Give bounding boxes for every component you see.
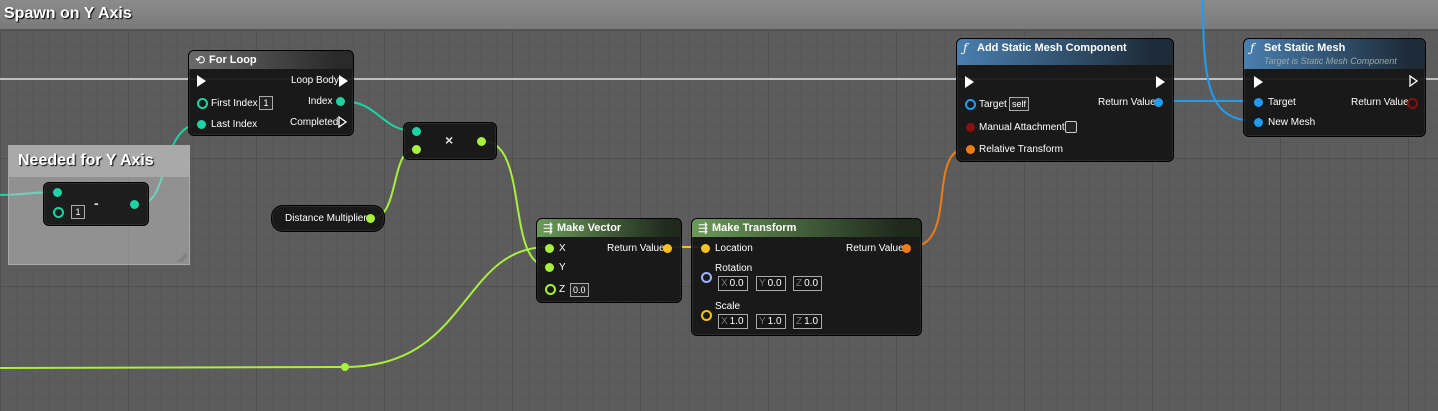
for-loop-title: For Loop xyxy=(209,54,257,66)
vector-y-pin[interactable] xyxy=(545,263,554,272)
completed-pin[interactable] xyxy=(338,116,348,128)
scale-label: Scale xyxy=(715,301,741,312)
struct-icon: ⇶ xyxy=(698,221,709,235)
completed-label: Completed xyxy=(290,117,339,128)
make-vector-node[interactable]: ⇶ Make Vector X Y Z 0.0 Return Value xyxy=(536,218,682,303)
set-mesh-return-label: Return Value xyxy=(1351,97,1409,108)
index-pin[interactable] xyxy=(336,97,345,106)
add-mesh-target-pin[interactable] xyxy=(965,99,976,110)
multiply-node[interactable]: × xyxy=(403,122,497,160)
scale-x-field[interactable]: X 1.0 xyxy=(718,314,748,329)
manual-attachment-checkbox[interactable] xyxy=(1065,121,1077,133)
rotation-pin[interactable] xyxy=(701,272,712,283)
new-mesh-label: New Mesh xyxy=(1268,117,1316,128)
multiply-a-pin[interactable] xyxy=(412,127,421,136)
add-mesh-target-value[interactable]: self xyxy=(1009,97,1030,111)
for-loop-exec-in-pin[interactable] xyxy=(197,75,206,87)
multiply-b-pin[interactable] xyxy=(412,145,421,154)
loop-icon: ⟲ xyxy=(195,53,206,67)
last-index-label: Last Index xyxy=(211,119,258,130)
incoming-float-to-x-wire xyxy=(0,246,549,369)
make-transform-title: Make Transform xyxy=(712,222,797,234)
add-mesh-exec-in-pin[interactable] xyxy=(965,76,974,88)
add-mesh-return-label: Return Value xyxy=(1098,97,1156,108)
vector-x-pin[interactable] xyxy=(545,244,554,253)
set-mesh-exec-in-pin[interactable] xyxy=(1254,76,1263,88)
add-mesh-manual-pin[interactable] xyxy=(966,123,975,132)
rotation-y-field[interactable]: Y 0.0 xyxy=(756,276,786,291)
make-vector-return-label: Return Value xyxy=(607,243,665,254)
first-index-value[interactable]: 1 xyxy=(259,96,273,110)
multiply-out-pin[interactable] xyxy=(477,137,486,146)
make-vector-header: ⇶ Make Vector xyxy=(537,219,681,237)
vector-z-pin[interactable] xyxy=(545,284,556,295)
multiply-op-label: × xyxy=(445,132,454,148)
vector-x-label: X xyxy=(559,243,566,254)
add-static-mesh-node[interactable]: ƒ Add Static Mesh Component Target self … xyxy=(956,38,1174,162)
first-index-label: First Index xyxy=(211,98,258,109)
set-static-mesh-node[interactable]: ƒ Set Static Mesh Target is Static Mesh … xyxy=(1243,38,1426,137)
set-mesh-return-pin[interactable] xyxy=(1407,98,1418,109)
subtract-node[interactable]: 1 - xyxy=(43,182,149,226)
add-mesh-target-label: Target xyxy=(979,99,1007,110)
subtract-out-pin[interactable] xyxy=(130,200,139,209)
set-mesh-exec-out-pin[interactable] xyxy=(1409,75,1419,87)
set-mesh-target-pin[interactable] xyxy=(1254,98,1263,107)
rotation-z-field[interactable]: Z 0.0 xyxy=(793,276,823,291)
subtract-op-label: - xyxy=(94,195,99,211)
relative-transform-label: Relative Transform xyxy=(979,144,1063,155)
new-mesh-pin[interactable] xyxy=(1254,118,1263,127)
relative-transform-pin[interactable] xyxy=(966,145,975,154)
loop-body-pin[interactable] xyxy=(339,75,348,87)
set-mesh-target-label: Target xyxy=(1268,97,1296,108)
subtract-b-pin[interactable] xyxy=(53,207,64,218)
make-vector-return-pin[interactable] xyxy=(663,244,672,253)
subtract-a-pin[interactable] xyxy=(53,188,62,197)
vector-y-label: Y xyxy=(559,262,566,273)
vector-z-value[interactable]: 0.0 xyxy=(570,283,589,297)
make-transform-return-pin[interactable] xyxy=(902,244,911,253)
comment-title: Needed for Y Axis xyxy=(18,152,154,169)
make-transform-header: ⇶ Make Transform xyxy=(692,219,921,237)
make-vector-title: Make Vector xyxy=(557,222,622,234)
make-transform-return-label: Return Value xyxy=(846,243,904,254)
resize-grip-icon[interactable] xyxy=(177,252,187,262)
comment-header: Needed for Y Axis xyxy=(9,146,189,177)
set-static-mesh-title: Set Static Mesh xyxy=(1264,42,1346,54)
add-mesh-exec-out-pin[interactable] xyxy=(1156,76,1165,88)
location-pin[interactable] xyxy=(701,244,710,253)
scale-pin[interactable] xyxy=(701,310,712,321)
index-label: Index xyxy=(308,96,333,107)
first-index-pin[interactable] xyxy=(197,98,208,109)
distance-multiplier-pin[interactable] xyxy=(366,214,375,223)
rotation-label: Rotation xyxy=(715,263,753,274)
set-static-mesh-subtitle: Target is Static Mesh Component xyxy=(1264,56,1397,66)
distance-multiplier-node[interactable]: Distance Multiplier xyxy=(271,205,385,232)
function-icon: ƒ xyxy=(963,41,968,55)
struct-icon: ⇶ xyxy=(543,221,554,235)
vector-z-label: Z xyxy=(559,284,566,295)
add-static-mesh-header: ƒ Add Static Mesh Component xyxy=(957,39,1173,65)
rotation-x-field[interactable]: X 0.0 xyxy=(718,276,748,291)
function-icon: ƒ xyxy=(1250,41,1255,55)
reroute-knot xyxy=(341,363,349,371)
scale-z-field[interactable]: Z 1.0 xyxy=(793,314,823,329)
for-loop-header: ⟲ For Loop xyxy=(189,51,353,69)
set-static-mesh-header: ƒ Set Static Mesh Target is Static Mesh … xyxy=(1244,39,1425,69)
add-static-mesh-title: Add Static Mesh Component xyxy=(977,42,1127,54)
location-label: Location xyxy=(715,243,753,254)
add-mesh-return-pin[interactable] xyxy=(1154,98,1163,107)
distance-multiplier-label: Distance Multiplier xyxy=(285,213,367,224)
scale-y-field[interactable]: Y 1.0 xyxy=(756,314,786,329)
manual-attachment-label: Manual Attachment xyxy=(979,122,1065,133)
last-index-pin[interactable] xyxy=(197,120,206,129)
subtract-b-value[interactable]: 1 xyxy=(71,205,85,219)
make-transform-node[interactable]: ⇶ Make Transform Location Rotation X 0.0 … xyxy=(691,218,922,336)
loop-body-label: Loop Body xyxy=(291,75,339,86)
for-loop-node[interactable]: ⟲ For Loop First Index 1 Last Index Loop… xyxy=(188,50,354,136)
